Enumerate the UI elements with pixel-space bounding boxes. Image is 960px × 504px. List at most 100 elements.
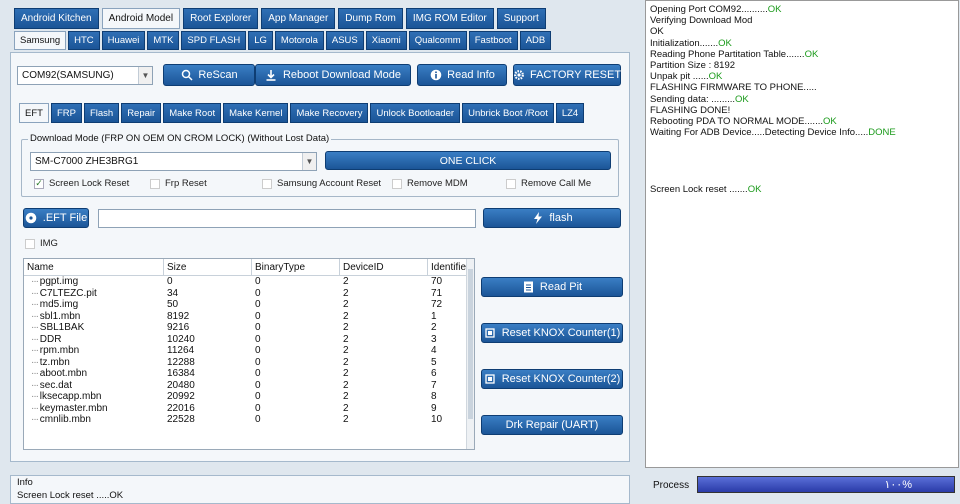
table-cell: lksecapp.mbn: [24, 391, 164, 403]
table-row[interactable]: pgpt.img00270: [24, 276, 474, 288]
factory-reset-button[interactable]: FACTORY RESET: [513, 64, 621, 86]
function-tab-bar: EFT FRP Flash Repair Make Root Make Kernel Mak…: [19, 103, 585, 123]
table-row[interactable]: sbl1.mbn8192021: [24, 311, 474, 323]
option-samsung-account-reset[interactable]: Samsung Account Reset: [262, 178, 381, 189]
scrollbar-thumb[interactable]: [468, 269, 473, 419]
table-cell: 2: [343, 299, 349, 310]
table-scrollbar[interactable]: [466, 259, 474, 449]
tab-htc[interactable]: HTC: [68, 31, 100, 50]
tab-mtk[interactable]: MTK: [147, 31, 180, 50]
table-cell: sbl1.mbn: [24, 311, 164, 323]
log-output[interactable]: Opening Port COM92..........OK Verifying …: [645, 0, 959, 468]
tab-xiaomi[interactable]: Xiaomi: [365, 31, 407, 50]
table-cell: rpm.mbn: [24, 345, 164, 357]
log-line: Partition Size : 8192: [650, 60, 954, 71]
table-cell: tz.mbn: [24, 357, 164, 369]
column-header-binarytype[interactable]: BinaryType: [252, 259, 340, 275]
table-cell: 22528: [167, 414, 195, 425]
table-row[interactable]: lksecapp.mbn20992028: [24, 391, 474, 403]
tab-asus[interactable]: ASUS: [325, 31, 364, 50]
reset-knox-2-button[interactable]: Reset KNOX Counter(2): [481, 369, 623, 389]
table-row[interactable]: sec.dat20480027: [24, 380, 474, 392]
tab-eft[interactable]: EFT: [19, 103, 49, 123]
img-checkbox[interactable]: IMG: [25, 238, 58, 249]
reboot-download-button[interactable]: Reboot Download Mode: [255, 64, 411, 86]
tab-unbrick-boot-root[interactable]: Unbrick Boot /Root: [462, 103, 554, 123]
chevron-down-icon[interactable]: ▼: [302, 153, 316, 170]
log-text: OK: [650, 26, 664, 38]
tab-android-model[interactable]: Android Model: [101, 8, 181, 29]
table-row[interactable]: keymaster.mbn22016029: [24, 403, 474, 415]
tab-img-rom-editor[interactable]: IMG ROM Editor: [405, 8, 494, 29]
eft-file-path-input[interactable]: [98, 209, 476, 228]
option-screen-lock-reset[interactable]: ✓ Screen Lock Reset: [34, 178, 129, 189]
table-row[interactable]: DDR10240023: [24, 334, 474, 346]
tab-android-kitchen[interactable]: Android Kitchen: [14, 8, 99, 29]
log-text: Unpak pit ......: [650, 71, 709, 83]
option-frp-reset[interactable]: Frp Reset: [150, 178, 207, 189]
table-cell: DDR: [24, 334, 164, 346]
column-header-name[interactable]: Name: [24, 259, 164, 275]
tab-adb[interactable]: ADB: [519, 31, 552, 50]
column-header-size[interactable]: Size: [164, 259, 252, 275]
table-row[interactable]: C7LTEZC.pit340271: [24, 288, 474, 300]
tab-app-manager[interactable]: App Manager: [261, 8, 336, 29]
eft-file-button[interactable]: .EFT File: [23, 208, 89, 228]
model-select[interactable]: SM-C7000 ZHE3BRG1 ▼: [30, 152, 317, 171]
table-row[interactable]: SBL1BAK9216022: [24, 322, 474, 334]
reset-knox-1-button[interactable]: Reset KNOX Counter(1): [481, 323, 623, 343]
log-status: DONE: [868, 127, 896, 139]
tab-unlock-bootloader[interactable]: Unlock Bootloader: [370, 103, 461, 123]
option-remove-call-me[interactable]: Remove Call Me: [506, 178, 591, 189]
table-cell: 0: [255, 345, 261, 356]
read-info-button[interactable]: Read Info: [417, 64, 507, 86]
tab-lz4[interactable]: LZ4: [555, 103, 585, 123]
download-mode-group: Download Mode (FRP ON OEM ON CROM LOCK) …: [21, 133, 619, 197]
download-mode-title: Download Mode (FRP ON OEM ON CROM LOCK) …: [28, 133, 332, 144]
tab-support[interactable]: Support: [496, 8, 546, 29]
tab-dump-rom[interactable]: Dump Rom: [338, 8, 403, 29]
table-row[interactable]: aboot.mbn16384026: [24, 368, 474, 380]
option-remove-mdm[interactable]: Remove MDM: [392, 178, 468, 189]
table-row[interactable]: cmnlib.mbn225280210: [24, 414, 474, 426]
tab-spd-flash[interactable]: SPD FLASH: [181, 31, 247, 50]
log-text: Sending data: .........: [650, 93, 736, 105]
read-pit-button[interactable]: Read Pit: [481, 277, 623, 297]
log-status: OK: [735, 93, 749, 105]
flash-button[interactable]: flash: [483, 208, 621, 228]
table-cell: md5.img: [24, 299, 164, 311]
tab-qualcomm[interactable]: Qualcomm: [408, 31, 467, 50]
tab-motorola[interactable]: Motorola: [274, 31, 324, 50]
chevron-down-icon[interactable]: ▼: [138, 67, 152, 84]
rescan-button[interactable]: ReScan: [163, 64, 255, 86]
tab-fastboot[interactable]: Fastboot: [468, 31, 518, 50]
tab-lg[interactable]: LG: [248, 31, 273, 50]
tab-repair[interactable]: Repair: [121, 103, 162, 123]
tab-make-kernel[interactable]: Make Kernel: [223, 103, 289, 123]
table-row[interactable]: md5.img500272: [24, 299, 474, 311]
tab-root-explorer[interactable]: Root Explorer: [183, 8, 259, 29]
table-row[interactable]: rpm.mbn11264024: [24, 345, 474, 357]
log-line: Opening Port COM92..........OK: [650, 4, 954, 15]
table-cell: 0: [255, 402, 261, 414]
brand-tab-bar: Samsung HTC Huawei MTK SPD FLASH LG Motorola AS…: [14, 31, 552, 50]
one-click-button[interactable]: ONE CLICK: [325, 151, 611, 170]
process-percent: ١٠٠%: [884, 479, 912, 491]
partition-table: Name Size BinaryType DeviceID Identifie …: [23, 258, 475, 450]
column-header-deviceid[interactable]: DeviceID: [340, 259, 428, 275]
table-cell: 20992: [167, 391, 195, 402]
tab-huawei[interactable]: Huawei: [101, 31, 146, 50]
info-title: Info: [17, 477, 33, 488]
tab-make-recovery[interactable]: Make Recovery: [290, 103, 369, 123]
read-info-label: Read Info: [447, 69, 495, 81]
tab-flash[interactable]: Flash: [83, 103, 120, 123]
tab-samsung[interactable]: Samsung: [14, 31, 67, 50]
tab-frp[interactable]: FRP: [50, 103, 82, 123]
table-cell: 2: [343, 414, 349, 425]
log-line: Reading Phone Partitation Table.......OK: [650, 49, 954, 60]
tab-make-root[interactable]: Make Root: [163, 103, 222, 123]
log-text: FLASHING DONE!: [650, 104, 731, 116]
drk-repair-button[interactable]: Drk Repair (UART): [481, 415, 623, 435]
table-row[interactable]: tz.mbn12288025: [24, 357, 474, 369]
port-select[interactable]: COM92(SAMSUNG) ▼: [17, 66, 153, 85]
